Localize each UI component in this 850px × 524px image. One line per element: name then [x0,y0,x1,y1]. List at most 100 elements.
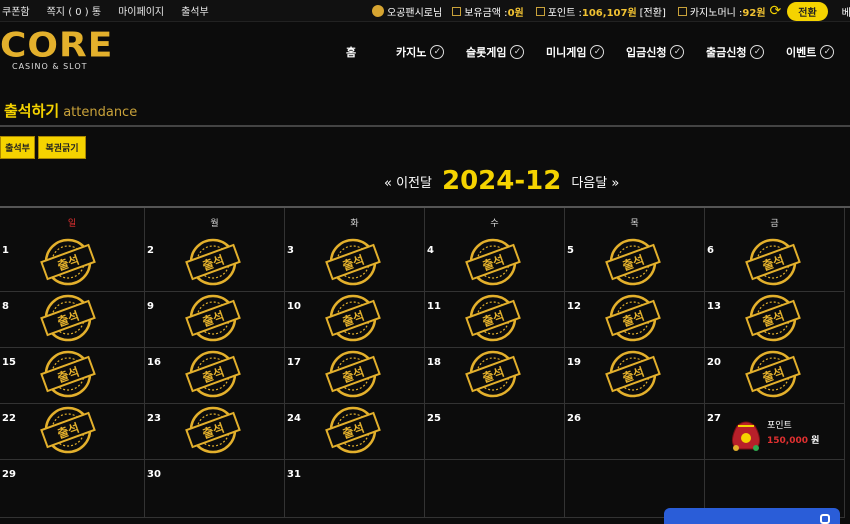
day-number: 30 [147,469,161,480]
weekday-tue: 화 [285,208,425,236]
chat-widget[interactable] [664,508,840,524]
page-title: 출석하기 attendance [4,100,137,121]
attendance-stamp-icon: 출석 [465,238,521,286]
calendar-day [425,460,565,518]
attendance-link[interactable]: 출석부 [179,3,216,18]
calendar-day: 20 출석 [705,348,845,404]
day-number: 31 [287,469,301,480]
calendar-day: 29 [0,460,145,518]
day-number: 19 [567,357,581,368]
reward-unit: 원 [811,436,820,446]
day-number: 20 [707,357,721,368]
calendar-day: 3 출석 [285,236,425,292]
calendar-day: 24 출석 [285,404,425,460]
coupon-link[interactable]: 쿠폰함 [0,3,37,18]
attendance-stamp-icon: 출석 [745,238,801,286]
calendar-day: 18 출석 [425,348,565,404]
day-number: 22 [2,413,16,424]
nav-label: 입금신청 [626,46,667,59]
title-divider [0,125,850,127]
attendance-stamp-icon: 출석 [745,350,801,398]
attendance-stamp-icon: 출석 [465,294,521,342]
nav-casino[interactable]: 카지노 ✓ [396,44,445,60]
attendance-stamp-icon: 출석 [40,238,96,286]
calendar-day: 23 출석 [145,404,285,460]
day-number: 8 [2,301,9,312]
refresh-icon[interactable]: ⟳ [770,3,782,19]
calendar-day: 2 출석 [145,236,285,292]
attendance-stamp-icon: 출석 [605,350,661,398]
calendar-day: 11 출석 [425,292,565,348]
attendance-stamp-icon: 출석 [325,350,381,398]
balance-value: 0원 [507,7,524,19]
point-exchange-link[interactable]: [전환] [640,4,666,19]
point-label: 포인트 : [547,7,582,19]
site-logo[interactable]: CORE CASINO & SLOT [0,26,114,71]
day-number: 11 [427,301,441,312]
day-number: 4 [427,245,434,256]
check-circle-icon: ✓ [670,45,685,59]
attendance-stamp-icon: 출석 [325,294,381,342]
user-coin-icon [372,5,384,17]
calendar-header: 일 월 화 수 목 금 [0,208,850,236]
attendance-stamp-icon: 출석 [185,406,241,454]
nav-label: 출금신청 [706,46,747,59]
day-number: 2 [147,245,154,256]
casino-money-value: 92원 [742,7,766,19]
betting-link[interactable]: 베팅내 [842,4,850,19]
attendance-stamp-icon: 출석 [40,406,96,454]
casino-money-icon [677,6,687,16]
check-circle-icon: ✓ [820,45,835,59]
username: 오공팬시로님 [387,7,443,19]
day-number: 15 [2,357,16,368]
point-value: 106,107원 [581,7,637,19]
nav-event[interactable]: 이벤트 ✓ [786,44,835,60]
tab-attendance[interactable]: 출석부 [0,136,35,159]
tab-lottery[interactable]: 복권긁기 [38,136,86,159]
next-month-link[interactable]: 다음달 » [571,172,619,191]
check-circle-icon: ✓ [510,45,525,59]
calendar-day: 1 출석 [0,236,145,292]
attendance-stamp-icon: 출석 [745,294,801,342]
day-number: 5 [567,245,574,256]
nav-label: 홈 [346,46,357,59]
attendance-stamp-icon: 출석 [185,350,241,398]
mypage-link[interactable]: 마이페이지 [116,3,171,18]
nav-deposit[interactable]: 입금신청 ✓ [626,44,685,60]
weekday-thu: 목 [565,208,705,236]
calendar-day: 15 출석 [0,348,145,404]
calendar-day: 6 출석 [705,236,845,292]
calendar-day: 26 [565,404,705,460]
day-number: 24 [287,413,301,424]
nav-slot[interactable]: 슬롯게임 ✓ [466,44,525,60]
prev-month-link[interactable]: « 이전달 [384,172,432,191]
day-number: 23 [147,413,161,424]
day-number: 10 [287,301,301,312]
day-number: 6 [707,245,714,256]
messages-link[interactable]: 쪽지 ( 0 ) 통 [45,3,108,18]
check-circle-icon: ✓ [750,45,765,59]
logo-main: CORE [0,26,114,65]
nav-home[interactable]: 홈 [346,44,356,60]
nav-label: 이벤트 [786,46,817,59]
nav-withdraw[interactable]: 출금신청 ✓ [706,44,765,60]
casino-money-label: 카지노머니 : [689,7,743,19]
calendar-day: 8 출석 [0,292,145,348]
next-month-label: 다음달 [571,175,608,191]
day-number: 17 [287,357,301,368]
calendar-day: 22 출석 [0,404,145,460]
nav-label: 슬롯게임 [466,46,507,59]
day-number: 29 [2,469,16,480]
calendar-day: 17 출석 [285,348,425,404]
attendance-stamp-icon: 출석 [325,406,381,454]
day-number: 27 [707,413,721,424]
page-subtitle: attendance [63,105,138,120]
day-number: 16 [147,357,161,368]
day-number: 25 [427,413,441,424]
weekday-fri: 금 [705,208,845,236]
calendar-day: 16 출석 [145,348,285,404]
nav-mini-game[interactable]: 미니게임 ✓ [546,44,605,60]
exchange-button[interactable]: 전환 [787,1,828,21]
point-icon [535,6,545,16]
lucky-bag-icon [731,421,761,451]
